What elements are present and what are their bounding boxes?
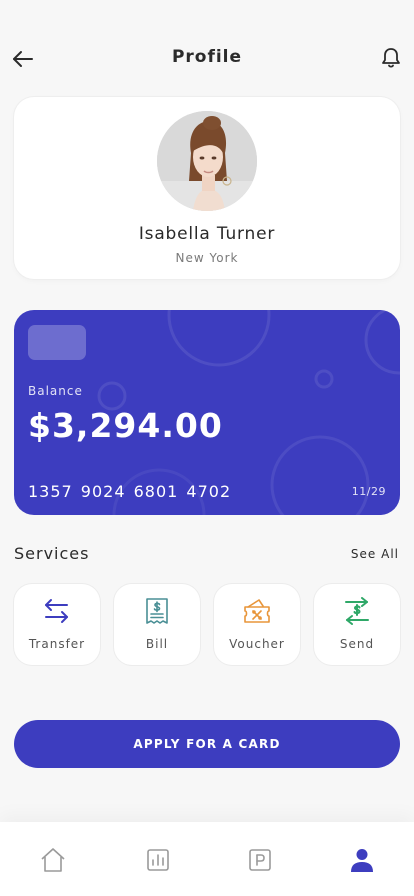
service-voucher[interactable]: Voucher bbox=[214, 584, 300, 665]
service-label: Send bbox=[339, 637, 375, 651]
page-title: Profile bbox=[171, 47, 243, 67]
services-title: Services bbox=[14, 544, 90, 563]
apply-card-button[interactable]: APPLY FOR A CARD bbox=[14, 720, 400, 768]
bill-receipt-icon bbox=[142, 596, 172, 626]
card-number: 1357 9024 6801 4702 bbox=[28, 482, 232, 501]
card-chip bbox=[28, 325, 86, 360]
service-label: Voucher bbox=[229, 637, 285, 651]
nav-stats[interactable] bbox=[144, 846, 172, 874]
home-icon bbox=[41, 848, 65, 872]
avatar-photo bbox=[157, 111, 257, 211]
user-icon bbox=[351, 849, 373, 872]
nav-home[interactable] bbox=[39, 846, 67, 874]
balance-label: Balance bbox=[28, 384, 83, 398]
service-transfer[interactable]: Transfer bbox=[14, 584, 100, 665]
service-label: Transfer bbox=[28, 637, 86, 651]
bottom-nav bbox=[0, 822, 414, 896]
profile-location: New York bbox=[175, 251, 239, 265]
wallet-icon bbox=[249, 849, 271, 871]
voucher-ticket-icon bbox=[242, 596, 272, 626]
see-all-link[interactable]: See All bbox=[351, 547, 399, 561]
service-label: Bill bbox=[145, 637, 169, 651]
bell-icon bbox=[382, 48, 400, 68]
balance-amount: $3,294.00 bbox=[28, 406, 223, 445]
nav-wallet[interactable] bbox=[246, 846, 274, 874]
card-expiry: 11/29 bbox=[351, 485, 386, 498]
notifications-button[interactable] bbox=[379, 46, 403, 70]
profile-card: Isabella Turner New York bbox=[14, 97, 400, 279]
service-bill[interactable]: Bill bbox=[114, 584, 200, 665]
avatar[interactable] bbox=[157, 111, 257, 211]
nav-profile[interactable] bbox=[348, 846, 376, 874]
profile-name: Isabella Turner bbox=[138, 224, 276, 244]
balance-card[interactable]: Balance $3,294.00 1357 9024 6801 4702 11… bbox=[14, 310, 400, 515]
transfer-arrows-icon bbox=[42, 596, 72, 626]
send-money-icon bbox=[342, 596, 372, 626]
bar-chart-icon bbox=[147, 849, 169, 871]
service-send[interactable]: Send bbox=[314, 584, 400, 665]
